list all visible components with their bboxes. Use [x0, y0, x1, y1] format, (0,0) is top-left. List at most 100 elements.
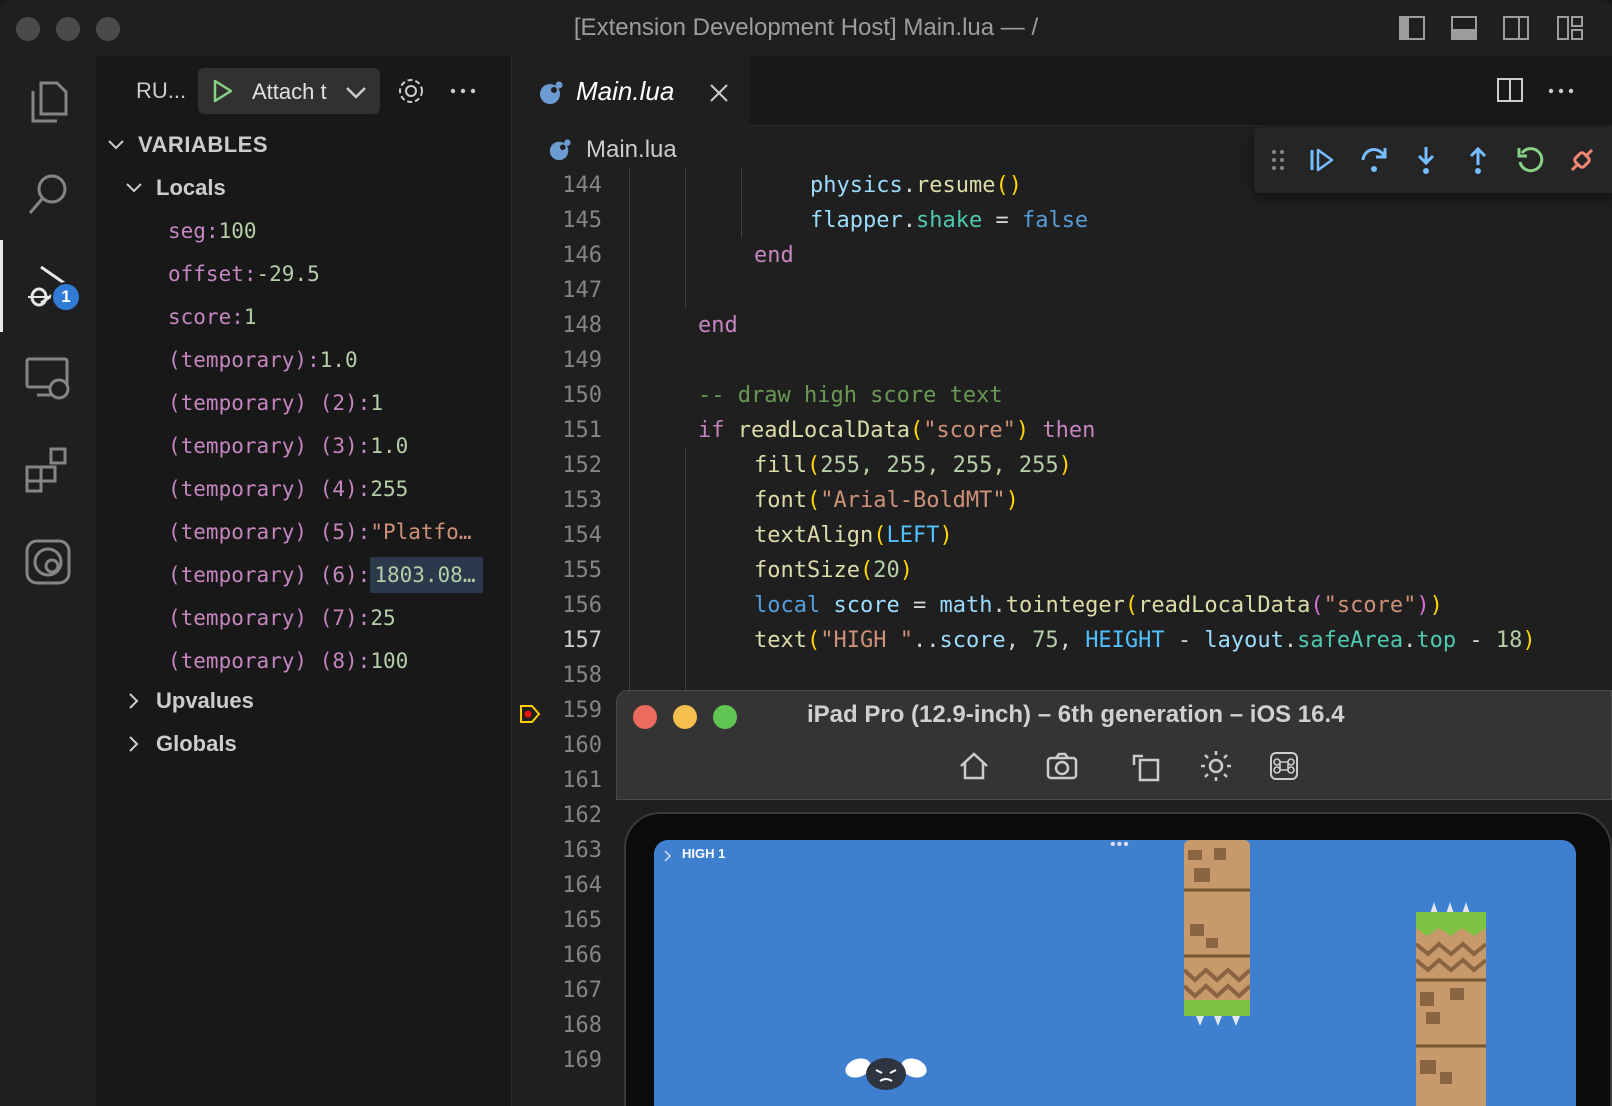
code-line-145: flapper.shake = false: [810, 208, 1089, 233]
upvalues-title: Upvalues: [156, 688, 254, 713]
code-line-155: fontSize(20): [754, 558, 913, 583]
variables-section-header[interactable]: VARIABLES: [96, 124, 512, 166]
close-icon[interactable]: [708, 82, 730, 104]
tab-main-lua[interactable]: Main.lua: [512, 56, 750, 126]
variable-row[interactable]: offset: -29.5: [168, 253, 320, 295]
gear-icon[interactable]: [396, 76, 426, 106]
variable-row[interactable]: seg: 100: [168, 210, 257, 252]
step-out-icon[interactable]: [1462, 144, 1494, 176]
drag-handle-icon[interactable]: [1268, 144, 1288, 176]
breakpoint-paused-icon[interactable]: [518, 702, 542, 726]
chevron-down-icon: [126, 183, 142, 193]
disconnect-icon[interactable]: [1566, 144, 1598, 176]
activity-remote-explorer[interactable]: [0, 332, 96, 424]
line-number: 151: [562, 418, 602, 443]
activity-search[interactable]: [0, 148, 96, 240]
indent-guide: [741, 168, 742, 238]
code-line-152: fill(255, 255, 255, 255): [754, 453, 1072, 478]
variable-row[interactable]: (temporary) (4): 255: [168, 468, 408, 510]
variable-name: (temporary) (4): [168, 477, 358, 501]
variable-name: (temporary) (5): [168, 520, 358, 544]
toggle-panel-icon[interactable]: [1450, 14, 1478, 42]
more-actions-icon[interactable]: [1546, 76, 1576, 106]
variable-row[interactable]: score: 1: [168, 296, 257, 338]
variable-separator: :: [357, 434, 371, 458]
search-icon: [28, 174, 67, 214]
customize-layout-icon[interactable]: [1556, 14, 1584, 42]
line-number: 158: [562, 663, 602, 688]
variable-separator: :: [357, 391, 371, 415]
variable-row[interactable]: (temporary) (6): 1803.08…: [168, 554, 484, 596]
activity-run-and-debug[interactable]: 1: [0, 240, 96, 332]
simulator-zoom-button[interactable]: [713, 705, 737, 729]
variable-row[interactable]: (temporary) (2): 1: [168, 382, 383, 424]
simulator-minimize-button[interactable]: [673, 705, 697, 729]
step-into-icon[interactable]: [1410, 144, 1442, 176]
variable-row[interactable]: (temporary) (7): 25: [168, 597, 396, 639]
code-line-148: end: [698, 313, 738, 338]
multitask-dots[interactable]: •••: [1110, 840, 1130, 854]
variable-row[interactable]: (temporary) (3): 1.0: [168, 425, 408, 467]
launch-config-label: Attach t: [252, 79, 327, 104]
variable-value: 100: [218, 219, 257, 243]
breadcrumb[interactable]: Main.lua: [548, 134, 677, 166]
variable-value: 255: [370, 477, 409, 501]
tab-label: Main.lua: [576, 76, 675, 106]
upvalues-scope[interactable]: Upvalues: [96, 680, 512, 722]
variable-row[interactable]: (temporary) (8): 100: [168, 640, 408, 682]
locals-title: Locals: [156, 175, 226, 200]
activity-extensions[interactable]: [0, 424, 96, 516]
extensions-icon: [25, 447, 67, 493]
indent-guide: [629, 168, 630, 708]
variable-value: 1: [370, 391, 383, 415]
tab-bar: Main.lua: [512, 56, 1612, 126]
launch-config-selector[interactable]: Attach t: [198, 68, 380, 114]
chevron-right-icon[interactable]: [662, 850, 674, 862]
screenshot-icon[interactable]: [1045, 749, 1079, 783]
chevron-right-icon: [129, 736, 139, 752]
start-debugging-icon[interactable]: [210, 78, 236, 104]
variable-row[interactable]: (temporary): 1.0: [168, 339, 358, 381]
step-over-icon[interactable]: [1358, 144, 1390, 176]
home-icon[interactable]: [957, 749, 991, 783]
more-actions-icon[interactable]: [448, 76, 478, 106]
locals-scope[interactable]: Locals: [96, 167, 512, 209]
appearance-icon[interactable]: [1199, 749, 1233, 783]
toggle-secondary-sidebar-icon[interactable]: [1502, 14, 1530, 42]
variable-row[interactable]: (temporary) (5): "Platfo…: [168, 511, 471, 553]
rotate-icon[interactable]: [1129, 749, 1163, 783]
chevron-down-icon: [108, 140, 124, 150]
indent-guide: [685, 168, 686, 308]
line-number: 153: [562, 488, 602, 513]
line-number: 169: [562, 1048, 602, 1073]
line-number: 157: [562, 628, 602, 653]
continue-icon[interactable]: [1306, 144, 1338, 176]
globals-scope[interactable]: Globals: [96, 723, 512, 765]
toggle-primary-sidebar-icon[interactable]: [1398, 14, 1426, 42]
variable-separator: :: [243, 262, 257, 286]
activity-codea[interactable]: [0, 516, 96, 608]
line-number: 155: [562, 558, 602, 583]
line-number: 146: [562, 243, 602, 268]
line-number: 160: [562, 733, 602, 758]
codea-icon: [25, 539, 71, 585]
split-editor-icon[interactable]: [1496, 76, 1524, 104]
sidebar-title: RU...: [136, 78, 187, 103]
line-number: 165: [562, 908, 602, 933]
variable-separator: :: [357, 649, 371, 673]
code-line-150: -- draw high score text: [698, 383, 1003, 408]
simulator-close-button[interactable]: [633, 705, 657, 729]
files-icon: [31, 81, 68, 123]
variable-value: 100: [370, 649, 409, 673]
line-number: 163: [562, 838, 602, 863]
command-icon[interactable]: [1267, 749, 1301, 783]
variable-value: 1: [243, 305, 257, 329]
restart-icon[interactable]: [1514, 144, 1546, 176]
simulator-screen[interactable]: HIGH 1 •••: [654, 840, 1576, 1106]
line-number: 148: [562, 313, 602, 338]
variables-title: VARIABLES: [138, 132, 268, 157]
line-number: 161: [562, 768, 602, 793]
activity-explorer[interactable]: [0, 56, 96, 148]
code-line-157: text("HIGH "..score, 75, HEIGHT - layout…: [754, 628, 1536, 653]
code-line-153: font("Arial-BoldMT"): [754, 488, 1019, 513]
